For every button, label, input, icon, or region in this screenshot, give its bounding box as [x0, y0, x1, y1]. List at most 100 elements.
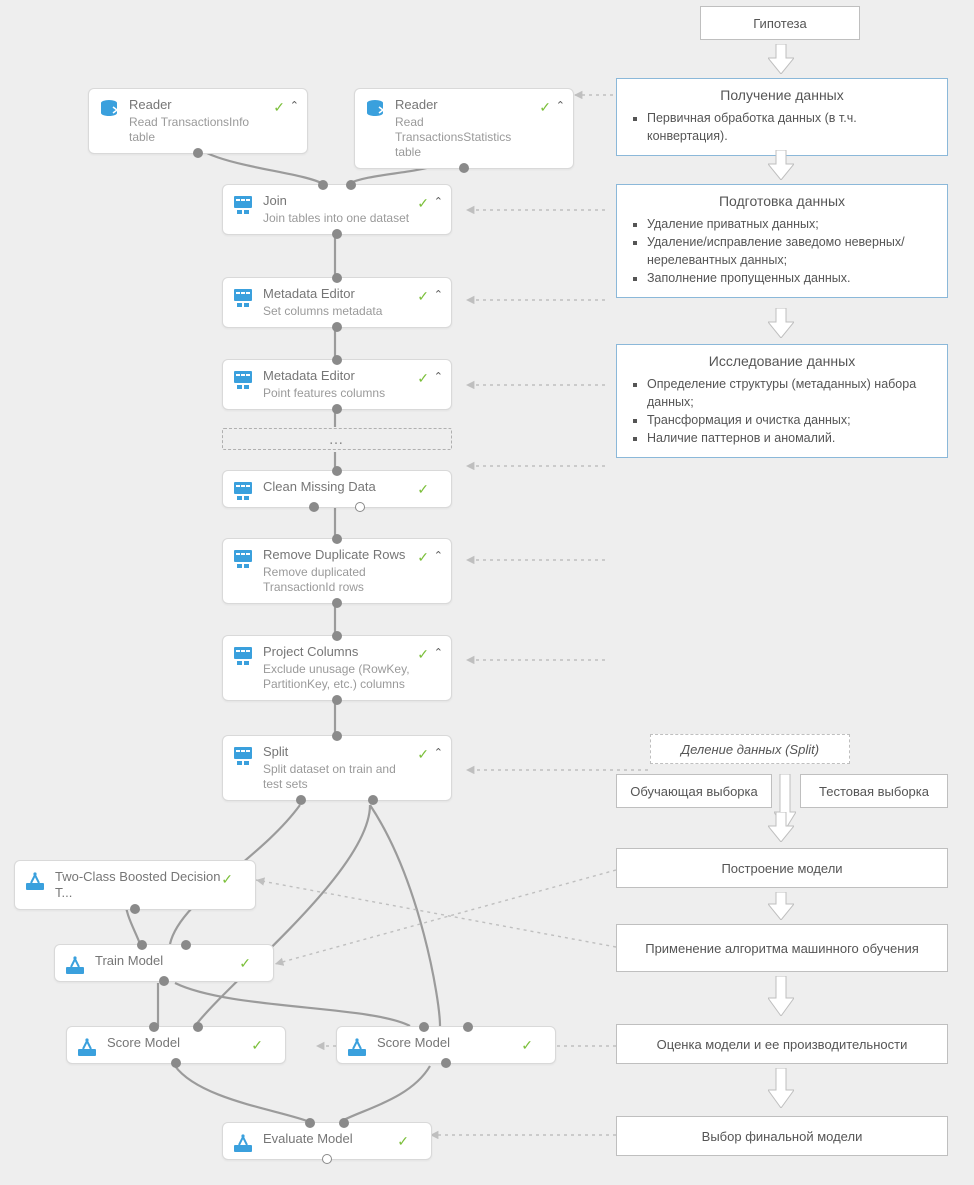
- list-item: Трансформация и очистка данных;: [647, 411, 935, 429]
- module-split[interactable]: Split Split dataset on train and test se…: [222, 735, 452, 801]
- chevron-up-icon[interactable]: ⌃: [434, 195, 443, 208]
- module-train-model[interactable]: Train Model ✓: [54, 944, 274, 982]
- flow-hypothesis: Гипотеза: [700, 6, 860, 40]
- check-icon: ✓: [417, 370, 429, 387]
- database-icon: [363, 97, 387, 121]
- list-item: Удаление/исправление заведомо неверных/н…: [647, 233, 935, 269]
- module-title: Two-Class Boosted Decision T...: [55, 869, 221, 901]
- module-title: Metadata Editor: [263, 286, 417, 302]
- module-project-columns[interactable]: Project Columns Exclude unusage (RowKey,…: [222, 635, 452, 701]
- dataset-icon: [231, 368, 255, 392]
- flow-title: Получение данных: [629, 87, 935, 103]
- chevron-up-icon[interactable]: ⌃: [556, 99, 565, 112]
- flow-label: Выбор финальной модели: [702, 1129, 863, 1144]
- flow-bullets: Определение структуры (метаданных) набор…: [629, 375, 935, 447]
- chevron-up-icon[interactable]: ⌃: [434, 549, 443, 562]
- flow-split-label: Деление данных (Split): [650, 734, 850, 764]
- module-join[interactable]: Join Join tables into one dataset ✓ ⌃: [222, 184, 452, 235]
- module-title: Clean Missing Data: [263, 479, 417, 495]
- model-icon: [75, 1035, 99, 1059]
- dataset-icon: [231, 193, 255, 217]
- module-evaluate-model[interactable]: Evaluate Model ✓: [222, 1122, 432, 1160]
- flow-title: Исследование данных: [629, 353, 935, 369]
- check-icon: ✓: [221, 871, 233, 888]
- module-title: Score Model: [107, 1035, 251, 1051]
- module-subtitle: Join tables into one dataset: [263, 211, 417, 226]
- module-title: Score Model: [377, 1035, 521, 1051]
- check-icon: ✓: [397, 1133, 409, 1150]
- check-icon: ✓: [521, 1037, 533, 1054]
- list-item: Заполнение пропущенных данных.: [647, 269, 935, 287]
- ellipsis-text: …: [329, 431, 346, 448]
- list-item: Первичная обработка данных (в т.ч. конве…: [647, 109, 935, 145]
- check-icon: ✓: [273, 99, 285, 116]
- chevron-up-icon[interactable]: ⌃: [434, 288, 443, 301]
- dataset-icon: [231, 479, 255, 503]
- model-icon: [63, 953, 87, 977]
- module-title: Train Model: [95, 953, 239, 969]
- chevron-up-icon[interactable]: ⌃: [434, 746, 443, 759]
- ellipsis-placeholder: …: [222, 428, 452, 450]
- arrow-down-icon: [768, 150, 794, 180]
- database-icon: [97, 97, 121, 121]
- arrow-down-icon: [768, 44, 794, 74]
- flow-label: Построение модели: [721, 861, 842, 876]
- dataset-icon: [231, 286, 255, 310]
- module-subtitle: Read TransactionsInfo table: [129, 115, 273, 145]
- check-icon: ✓: [417, 195, 429, 212]
- arrow-down-icon: [768, 892, 794, 920]
- module-remove-duplicate-rows[interactable]: Remove Duplicate Rows Remove duplicated …: [222, 538, 452, 604]
- flow-evaluate-model: Оценка модели и ее производительности: [616, 1024, 948, 1064]
- module-subtitle: Exclude unusage (RowKey, PartitionKey, e…: [263, 662, 417, 692]
- module-subtitle: Read TransactionsStatistics table: [395, 115, 539, 160]
- module-title: Remove Duplicate Rows: [263, 547, 417, 563]
- flow-label: Оценка модели и ее производительности: [657, 1037, 908, 1052]
- dataset-icon: [231, 744, 255, 768]
- arrow-down-icon: [768, 812, 794, 842]
- module-two-class-boosted-decision-tree[interactable]: Two-Class Boosted Decision T... ✓: [14, 860, 256, 910]
- module-title: Reader: [395, 97, 539, 113]
- module-reader-2[interactable]: Reader Read TransactionsStatistics table…: [354, 88, 574, 169]
- arrow-down-icon: [768, 1068, 794, 1108]
- module-score-model-2[interactable]: Score Model ✓: [336, 1026, 556, 1064]
- check-icon: ✓: [539, 99, 551, 116]
- module-clean-missing-data[interactable]: Clean Missing Data ✓: [222, 470, 452, 508]
- check-icon: ✓: [251, 1037, 263, 1054]
- flow-label: Тестовая выборка: [819, 784, 929, 799]
- chevron-up-icon[interactable]: ⌃: [290, 99, 299, 112]
- module-metadata-editor-1[interactable]: Metadata Editor Set columns metadata ✓ ⌃: [222, 277, 452, 328]
- module-score-model-1[interactable]: Score Model ✓: [66, 1026, 286, 1064]
- model-icon: [23, 869, 47, 893]
- check-icon: ✓: [417, 288, 429, 305]
- flow-training-set: Обучающая выборка: [616, 774, 772, 808]
- model-icon: [231, 1131, 255, 1155]
- chevron-up-icon[interactable]: ⌃: [434, 646, 443, 659]
- dataset-icon: [231, 547, 255, 571]
- module-metadata-editor-2[interactable]: Metadata Editor Point features columns ✓…: [222, 359, 452, 410]
- diagram-canvas: { "nodes": { "reader1": { "title": "Read…: [0, 0, 974, 1185]
- flow-prep: Подготовка данных Удаление приватных дан…: [616, 184, 948, 298]
- check-icon: ✓: [417, 481, 429, 498]
- module-reader-1[interactable]: Reader Read TransactionsInfo table ✓ ⌃: [88, 88, 308, 154]
- model-icon: [345, 1035, 369, 1059]
- module-subtitle: Set columns metadata: [263, 304, 417, 319]
- flow-bullets: Первичная обработка данных (в т.ч. конве…: [629, 109, 935, 145]
- module-subtitle: Split dataset on train and test sets: [263, 762, 417, 792]
- list-item: Наличие паттернов и аномалий.: [647, 429, 935, 447]
- module-title: Project Columns: [263, 644, 417, 660]
- connectors: [0, 0, 974, 1185]
- check-icon: ✓: [239, 955, 251, 972]
- chevron-up-icon[interactable]: ⌃: [434, 370, 443, 383]
- module-subtitle: Point features columns: [263, 386, 417, 401]
- module-title: Reader: [129, 97, 273, 113]
- flow-label: Гипотеза: [753, 16, 807, 31]
- dataset-icon: [231, 644, 255, 668]
- flow-build-model: Построение модели: [616, 848, 948, 888]
- module-title: Evaluate Model: [263, 1131, 397, 1147]
- flow-label: Обучающая выборка: [630, 784, 757, 799]
- flow-label: Применение алгоритма машинного обучения: [645, 941, 919, 956]
- flow-ingest: Получение данных Первичная обработка дан…: [616, 78, 948, 156]
- flow-test-set: Тестовая выборка: [800, 774, 948, 808]
- list-item: Удаление приватных данных;: [647, 215, 935, 233]
- flow-explore: Исследование данных Определение структур…: [616, 344, 948, 458]
